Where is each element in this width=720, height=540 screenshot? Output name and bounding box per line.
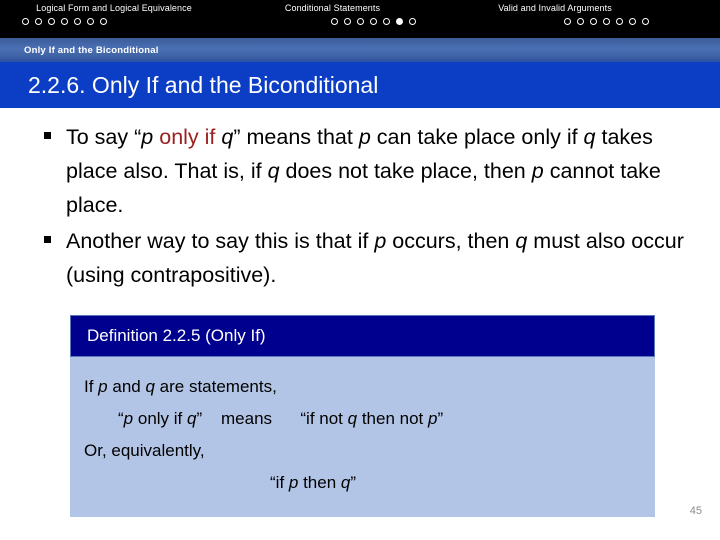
nav-dot[interactable]	[642, 18, 649, 25]
nav-section-conditional-statements[interactable]: Conditional Statements	[245, 3, 420, 25]
nav-dot[interactable]	[100, 18, 107, 25]
square-bullet-icon	[0, 224, 66, 258]
nav-dot[interactable]	[590, 18, 597, 25]
nav-section-label: Logical Form and Logical Equivalence	[36, 3, 192, 13]
nav-section-valid-invalid-arguments[interactable]: Valid and Invalid Arguments	[455, 3, 655, 25]
nav-dot[interactable]	[616, 18, 623, 25]
nav-dot[interactable]	[629, 18, 636, 25]
nav-dot[interactable]	[35, 18, 42, 25]
nav-dot[interactable]	[383, 18, 390, 25]
list-item: To say “p only if q” means that p can ta…	[0, 120, 720, 222]
nav-dot[interactable]	[603, 18, 610, 25]
slide-title-bar: 2.2.6. Only If and the Biconditional	[0, 62, 720, 108]
nav-section-label: Conditional Statements	[284, 3, 381, 13]
nav-dot[interactable]	[409, 18, 416, 25]
definition-box-body: If p and q are statements, “p only if q”…	[70, 357, 655, 517]
bullet-text-1: To say “p only if q” means that p can ta…	[66, 125, 661, 217]
definition-box-title: Definition 2.2.5 (Only If)	[87, 326, 266, 345]
page-number: 45	[689, 505, 702, 517]
nav-dot[interactable]	[370, 18, 377, 25]
definition-line: “p only if q” means “if not q then not p…	[118, 409, 444, 428]
nav-dot[interactable]	[577, 18, 584, 25]
slide-body: To say “p only if q” means that p can ta…	[0, 120, 720, 294]
nav-dot[interactable]	[331, 18, 338, 25]
nav-dot[interactable]	[61, 18, 68, 25]
subtitle-bar-text: Only If and the Biconditional	[24, 44, 159, 56]
definition-line: If p and q are statements,	[84, 377, 277, 396]
page-title: 2.2.6. Only If and the Biconditional	[28, 71, 379, 98]
nav-section-dots[interactable]	[245, 18, 420, 25]
nav-section-dots[interactable]	[14, 18, 214, 25]
nav-dot[interactable]	[74, 18, 81, 25]
nav-dot[interactable]	[87, 18, 94, 25]
list-item: Another way to say this is that if p occ…	[0, 224, 720, 292]
definition-line: Or, equivalently,	[84, 441, 205, 460]
top-navigation-bar: Logical Form and Logical Equivalence Con…	[0, 0, 720, 38]
nav-section-logical-form[interactable]: Logical Form and Logical Equivalence	[14, 3, 214, 25]
nav-dot[interactable]	[564, 18, 571, 25]
definition-line: “if p then q”	[270, 473, 357, 492]
subtitle-bar: Only If and the Biconditional	[0, 38, 720, 62]
square-bullet-icon	[0, 120, 66, 154]
nav-dot[interactable]	[22, 18, 29, 25]
nav-dot[interactable]	[344, 18, 351, 25]
bullet-text-2: Another way to say this is that if p occ…	[66, 229, 684, 287]
nav-dot[interactable]	[357, 18, 364, 25]
nav-section-label: Valid and Invalid Arguments	[498, 3, 612, 13]
definition-box: Definition 2.2.5 (Only If) If p and q ar…	[70, 315, 655, 517]
nav-dot[interactable]	[48, 18, 55, 25]
nav-dot-active[interactable]	[396, 18, 403, 25]
nav-section-dots[interactable]	[455, 18, 655, 25]
definition-box-header: Definition 2.2.5 (Only If)	[70, 315, 655, 357]
